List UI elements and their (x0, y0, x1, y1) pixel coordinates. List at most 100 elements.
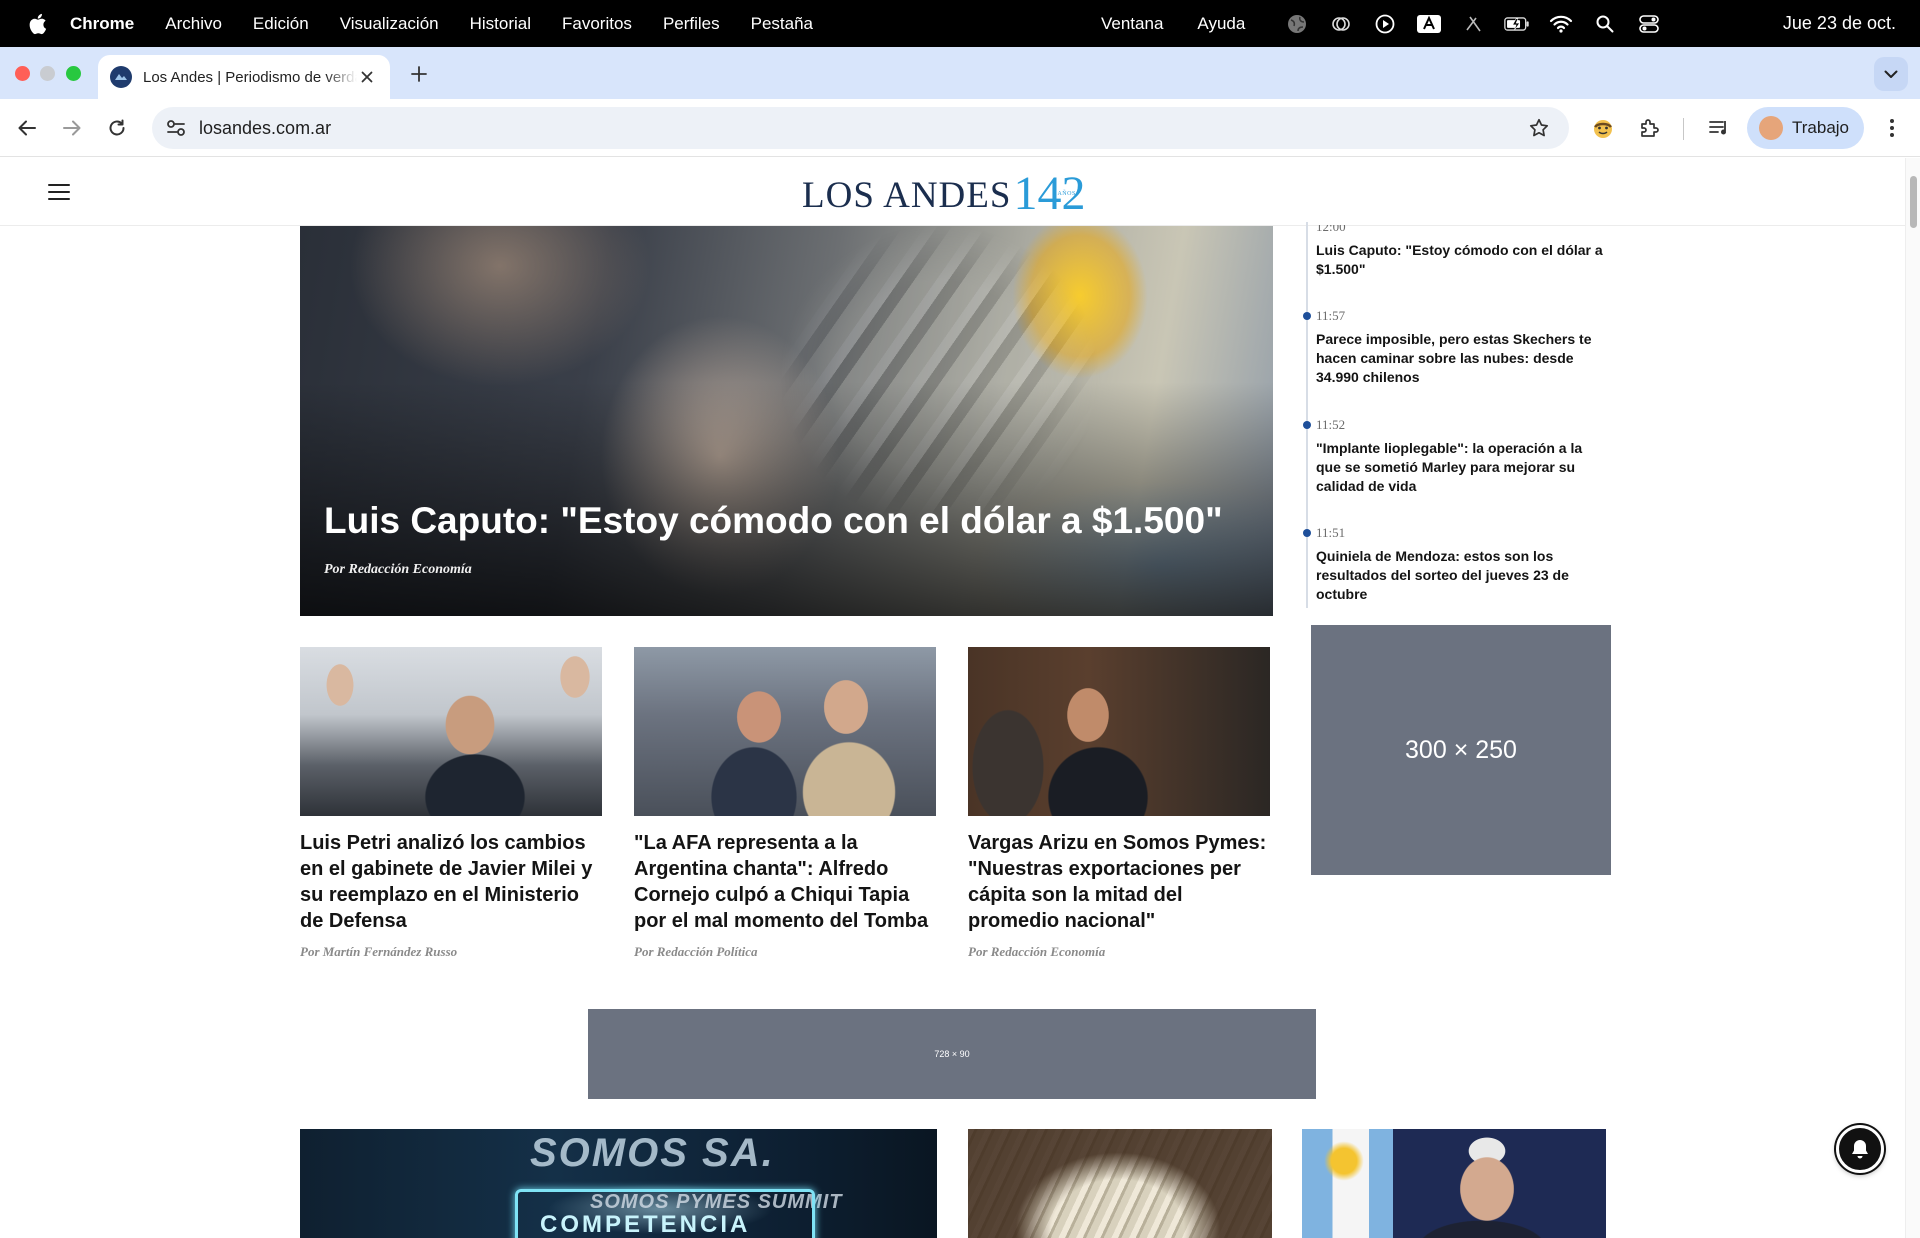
browser-toolbar: losandes.com.ar Trabajo (0, 99, 1920, 157)
article-card-headline[interactable]: "La AFA representa a la Argentina chanta… (634, 830, 936, 934)
image-text-line1: SOMOS SA. (530, 1131, 775, 1175)
article-card[interactable]: Vargas Arizu en Somos Pymes: "Nuestras e… (968, 647, 1270, 960)
spotlight-search-icon[interactable] (1592, 11, 1618, 37)
address-bar[interactable]: losandes.com.ar (152, 107, 1569, 149)
hero-article[interactable]: Luis Caputo: "Estoy cómodo con el dólar … (300, 226, 1273, 616)
logo-text: LOS ANDES (802, 175, 1012, 216)
status-icons (1284, 0, 1662, 47)
article-card[interactable]: "La AFA representa a la Argentina chanta… (634, 647, 936, 960)
article-card[interactable]: Luis Petri analizó los cambios en el gab… (300, 647, 602, 960)
ad-placeholder-sidebar[interactable]: 300 × 250 (1311, 625, 1611, 875)
logo-suffix-text: AÑOS (1057, 191, 1076, 197)
ad-size-label: 300 × 250 (1405, 735, 1517, 764)
flag-sun-icon (1324, 1141, 1364, 1181)
feed-item-time: 11:52 (1316, 417, 1346, 432)
menu-visualizacion[interactable]: Visualización (340, 14, 439, 34)
address-bar-url[interactable]: losandes.com.ar (199, 118, 331, 139)
feed-item-time: 11:57 (1316, 308, 1346, 323)
tab-title: Los Andes | Periodismo de verdad (143, 68, 357, 86)
extensions-puzzle-icon[interactable] (1635, 114, 1663, 142)
feed-item-headline[interactable]: Luis Caputo: "Estoy cómodo con el dólar … (1316, 241, 1606, 279)
control-center-icon[interactable] (1636, 11, 1662, 37)
new-tab-plus-icon[interactable] (405, 60, 433, 88)
window-close-button[interactable] (15, 66, 30, 81)
image-text-line3: COMPETENCIA (540, 1211, 751, 1238)
screen-mirroring-icon[interactable] (1328, 11, 1354, 37)
window-minimize-button[interactable] (40, 66, 55, 81)
tab-close-icon[interactable] (356, 66, 378, 88)
feed-item[interactable]: 11:51 Quiniela de Mendoza: estos son los… (1303, 525, 1606, 604)
feed-item-time: 11:51 (1316, 525, 1346, 540)
feed-item[interactable]: 12:00 Luis Caputo: "Estoy cómodo con el … (1306, 225, 1606, 279)
feed-item-headline[interactable]: Parece imposible, pero estas Skechers te… (1316, 330, 1606, 387)
menu-historial[interactable]: Historial (470, 14, 531, 34)
article-card-byline: Por Redacción Economía (968, 944, 1106, 959)
menu-right-group: Ventana Ayuda (1101, 0, 1279, 47)
feed-item-headline[interactable]: Quiniela de Mendoza: estos son los resul… (1316, 547, 1606, 604)
profile-avatar (1759, 116, 1783, 140)
bookmark-star-icon[interactable] (1526, 115, 1552, 141)
battery-charging-icon[interactable] (1504, 11, 1530, 37)
tab-search-chevron-icon[interactable] (1874, 57, 1908, 91)
article-image-dollars[interactable] (968, 1129, 1272, 1238)
ad-placeholder-banner[interactable]: 728 × 90 (588, 1009, 1316, 1099)
site-header: LOS ANDES 142 AÑOS (0, 158, 1905, 226)
input-source-icon[interactable] (1416, 11, 1442, 37)
feed-item-dot (1303, 312, 1311, 320)
menu-app-name[interactable]: Chrome (70, 14, 134, 34)
article-card-headline[interactable]: Luis Petri analizó los cambios en el gab… (300, 830, 602, 934)
back-arrow-icon[interactable] (13, 114, 41, 142)
article-card-image[interactable] (634, 647, 936, 816)
menu-ayuda[interactable]: Ayuda (1197, 14, 1245, 34)
feed-item-headline[interactable]: "Implante lioplegable": la operación a l… (1316, 439, 1606, 496)
article-image-official[interactable] (1302, 1129, 1606, 1238)
forward-arrow-icon[interactable] (58, 114, 86, 142)
site-logo[interactable]: LOS ANDES 142 AÑOS (802, 168, 1085, 218)
globe-icon[interactable] (1284, 11, 1310, 37)
feed-item[interactable]: 11:57 Parece imposible, pero estas Skech… (1303, 308, 1606, 387)
media-queue-icon[interactable] (1705, 114, 1733, 142)
logo-anniversary-number: 142 AÑOS (1013, 170, 1085, 218)
article-card-byline: Por Martín Fernández Russo (300, 944, 458, 959)
scrollbar-thumb[interactable] (1910, 176, 1917, 228)
hamburger-menu-icon[interactable] (48, 184, 70, 200)
article-card-headline[interactable]: Vargas Arizu en Somos Pymes: "Nuestras e… (968, 830, 1270, 934)
notification-bell-icon[interactable] (1836, 1125, 1884, 1173)
profile-label: Trabajo (1792, 118, 1850, 137)
feed-item[interactable]: 11:52 "Implante lioplegable": la operaci… (1303, 417, 1606, 496)
profile-button[interactable]: Trabajo (1747, 107, 1864, 149)
chrome-menu-kebab-icon[interactable] (1878, 114, 1906, 142)
pen-slash-icon[interactable] (1460, 11, 1486, 37)
window-zoom-button[interactable] (66, 66, 81, 81)
extension-emoji-icon[interactable] (1589, 114, 1617, 142)
macos-menu-bar: Chrome Archivo Edición Visualización His… (0, 0, 1920, 47)
page-scrollbar[interactable] (1905, 158, 1920, 1238)
hero-headline[interactable]: Luis Caputo: "Estoy cómodo con el dólar … (324, 500, 1223, 542)
play-circle-icon[interactable] (1372, 11, 1398, 37)
image-shade (968, 1129, 1272, 1238)
reload-icon[interactable] (103, 114, 131, 142)
feed-item-dot (1303, 421, 1311, 429)
apple-icon[interactable] (24, 11, 50, 37)
toolbar-separator (1683, 118, 1684, 140)
site-settings-tune-icon[interactable] (163, 115, 189, 141)
hero-gradient-overlay (300, 226, 1273, 616)
feed-item-dot (1303, 529, 1311, 537)
menubar-clock[interactable]: Jue 23 de oct. (1783, 0, 1896, 47)
menu-archivo[interactable]: Archivo (165, 14, 222, 34)
menu-edicion[interactable]: Edición (253, 14, 309, 34)
menu-pestana[interactable]: Pestaña (751, 14, 813, 34)
menu-ventana[interactable]: Ventana (1101, 14, 1163, 34)
browser-tab-strip: Los Andes | Periodismo de verdad (0, 47, 1920, 99)
menu-perfiles[interactable]: Perfiles (663, 14, 720, 34)
menu-favoritos[interactable]: Favoritos (562, 14, 632, 34)
article-image-somos-pymes[interactable]: SOMOS SA. SOMOS PYMES SUMMIT COMPETENCIA (300, 1129, 937, 1238)
article-card-image[interactable] (968, 647, 1270, 816)
article-card-byline: Por Redacción Política (634, 944, 758, 959)
ad-size-label: 728 × 90 (934, 1049, 970, 1059)
browser-tab-active[interactable]: Los Andes | Periodismo de verdad (98, 55, 390, 99)
hero-byline: Por Redacción Economía (324, 562, 472, 577)
article-card-image[interactable] (300, 647, 602, 816)
wifi-icon[interactable] (1548, 11, 1574, 37)
site-favicon-icon (110, 66, 132, 88)
